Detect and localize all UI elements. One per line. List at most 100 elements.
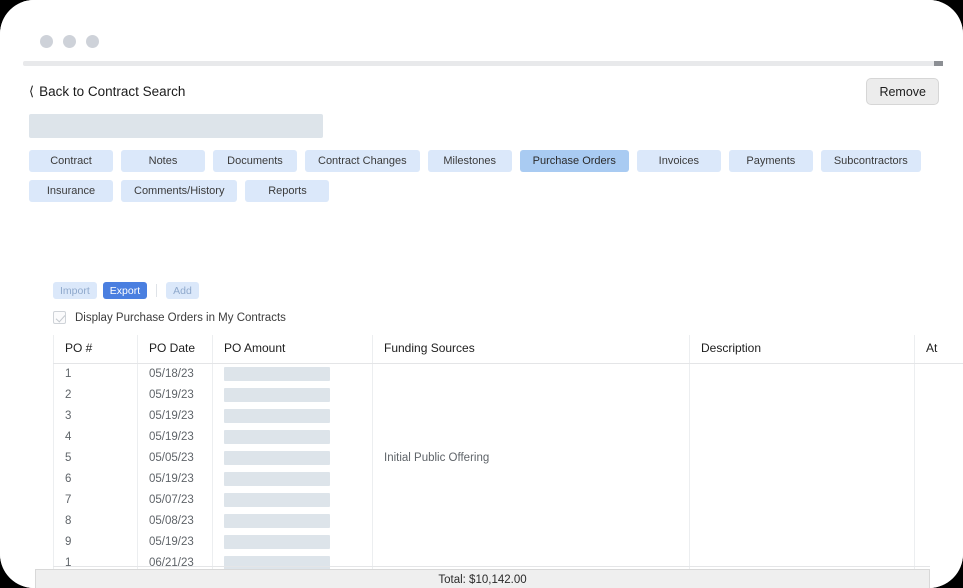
close-dot[interactable] [40,35,53,48]
redacted-po-amount [224,409,330,423]
cell-funding-sources [372,384,690,406]
cell-description [689,363,915,385]
redacted-po-amount [224,388,330,402]
cell-description [689,468,915,490]
tab-notes[interactable]: Notes [121,150,205,172]
tab-contract[interactable]: Contract [29,150,113,172]
cell-po-date: 05/19/23 [137,405,213,427]
tab-purchase-orders[interactable]: Purchase Orders [519,150,629,172]
table-row[interactable]: 1 05/18/23 [53,363,963,385]
cell-attachments [914,489,963,511]
cell-po-date: 05/05/23 [137,447,213,469]
tab-label: Invoices [658,155,699,167]
cell-attachments [914,426,963,448]
maximize-dot[interactable] [86,35,99,48]
cell-attachments [914,468,963,490]
tab-subcontractors[interactable]: Subcontractors [820,150,921,172]
purchase-orders-total-row: Total: $10,142.00 [35,569,930,588]
cell-po-amount [212,489,373,511]
contract-tab-strip: Contract Notes Documents Contract Change… [29,150,934,202]
cell-po-amount [212,468,373,490]
cell-description [689,384,915,406]
tab-label: Subcontractors [833,155,908,167]
column-header-po-amount[interactable]: PO Amount [212,335,373,364]
table-row[interactable]: 7 05/07/23 [53,489,963,511]
redacted-po-amount [224,514,330,528]
redacted-po-amount [224,367,330,382]
cell-po-amount [212,531,373,553]
cell-description [689,489,915,511]
redacted-po-amount [224,493,330,507]
window-titlebar [0,0,963,62]
tab-payments[interactable]: Payments [728,150,813,172]
table-row[interactable]: 2 05/19/23 [53,384,963,406]
cell-po-amount [212,510,373,532]
back-to-contract-search-link[interactable]: ⟨ Back to Contract Search [29,84,185,99]
window-traffic-lights [40,35,99,48]
table-row[interactable]: 5 05/05/23 Initial Public Offering [53,447,963,469]
import-button[interactable]: Import [53,282,97,299]
tab-comments-history[interactable]: Comments/History [121,180,238,202]
redacted-contract-title [29,114,323,138]
cell-po-number: 9 [53,531,138,553]
cell-po-date: 05/08/23 [137,510,213,532]
tab-label: Contract [50,155,92,167]
chevron-left-icon: ⟨ [29,83,35,99]
cell-attachments [914,510,963,532]
tab-label: Insurance [46,185,96,197]
cell-attachments [914,405,963,427]
tab-invoices[interactable]: Invoices [636,150,721,172]
redacted-po-amount [224,556,330,570]
cell-po-date: 05/07/23 [137,489,213,511]
tab-milestones[interactable]: Milestones [427,150,512,172]
cell-attachments [914,384,963,406]
tab-label: Documents [227,155,283,167]
cell-po-date: 05/19/23 [137,468,213,490]
cell-po-amount [212,405,373,427]
cell-description [689,405,915,427]
column-header-po-date[interactable]: PO Date [137,335,213,364]
export-button[interactable]: Export [102,282,148,299]
tab-label: Purchase Orders [532,155,616,167]
add-button[interactable]: Add [166,282,199,299]
add-button-label: Add [173,284,192,297]
toolbar-divider [156,284,158,297]
cell-po-number: 7 [53,489,138,511]
remove-button[interactable]: Remove [866,78,939,105]
cell-description [689,426,915,448]
tab-reports[interactable]: Reports [245,180,330,202]
table-row[interactable]: 4 05/19/23 [53,426,963,448]
cell-po-number: 1 [53,363,138,385]
cell-po-date: 05/19/23 [137,426,213,448]
minimize-dot[interactable] [63,35,76,48]
table-row[interactable]: 9 05/19/23 [53,531,963,553]
tab-insurance[interactable]: Insurance [29,180,113,202]
cell-attachments [914,531,963,553]
column-header-description[interactable]: Description [689,335,915,364]
cell-funding-sources [372,426,690,448]
cell-funding-sources: Initial Public Offering [372,447,690,469]
cell-attachments [914,363,963,385]
display-purchase-orders-checkbox[interactable] [53,311,66,324]
column-header-po-number[interactable]: PO # [53,335,138,364]
cell-po-amount [212,363,373,385]
cell-po-number: 4 [53,426,138,448]
tab-contract-changes[interactable]: Contract Changes [305,150,420,172]
column-header-attachments[interactable]: At [914,335,963,364]
tab-label: Notes [148,155,178,167]
cell-po-date: 05/18/23 [137,363,213,385]
tab-label: Contract Changes [318,155,407,167]
redacted-po-amount [224,451,330,465]
column-header-funding-sources[interactable]: Funding Sources [372,335,690,364]
cell-attachments [914,447,963,469]
display-purchase-orders-label: Display Purchase Orders in My Contracts [75,311,286,324]
cell-funding-sources [372,363,690,385]
total-amount-label: Total: $10,142.00 [438,574,527,586]
table-row[interactable]: 3 05/19/23 [53,405,963,427]
import-button-label: Import [60,284,90,297]
tab-documents[interactable]: Documents [213,150,297,172]
table-row[interactable]: 6 05/19/23 [53,468,963,490]
redacted-po-amount [224,472,330,486]
cell-po-amount [212,426,373,448]
table-row[interactable]: 8 05/08/23 [53,510,963,532]
